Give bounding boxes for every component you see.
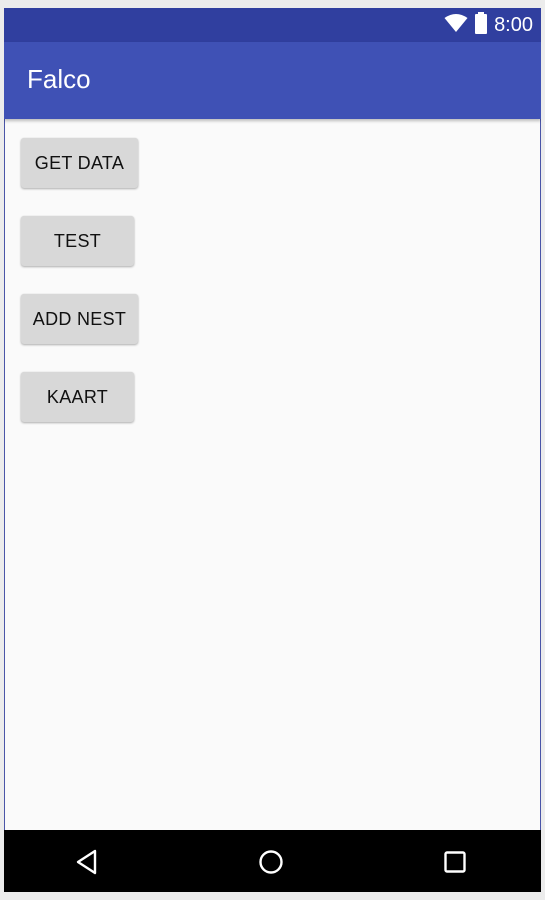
battery-icon [474, 12, 488, 38]
status-time: 8:00 [494, 14, 533, 36]
kaart-button[interactable]: KAART [21, 372, 134, 422]
app-bar: Falco [4, 42, 541, 119]
app-title: Falco [27, 64, 91, 94]
status-bar: 8:00 [4, 8, 541, 42]
main-content: GET DATA TEST ADD NEST KAART [4, 119, 541, 830]
wifi-icon [444, 13, 468, 37]
navigation-bar [4, 830, 541, 892]
status-icons: 8:00 [444, 12, 533, 38]
home-icon[interactable] [256, 847, 286, 877]
add-nest-button[interactable]: ADD NEST [21, 294, 138, 344]
test-button[interactable]: TEST [21, 216, 134, 266]
get-data-button[interactable]: GET DATA [21, 138, 138, 188]
back-icon[interactable] [72, 847, 102, 877]
phone-screen: 8:00 Falco GET DATA TEST ADD NEST KAART [4, 8, 541, 892]
recents-icon[interactable] [440, 847, 470, 877]
